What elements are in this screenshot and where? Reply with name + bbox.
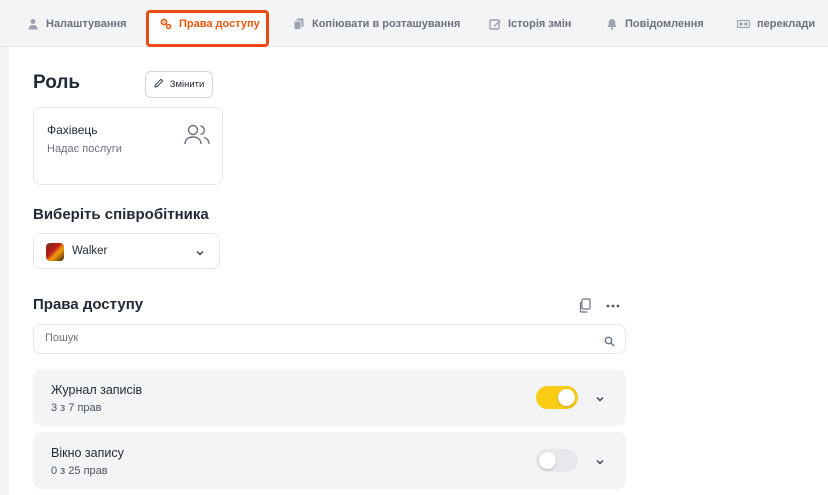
- tab-copy-to-location[interactable]: Копіювати в розташування: [293, 0, 460, 47]
- employee-select[interactable]: Walker: [33, 233, 220, 269]
- copy-icon: [293, 18, 305, 30]
- tab-label: Налаштування: [46, 17, 127, 30]
- permission-row[interactable]: Вікно запису 0 з 25 прав: [33, 432, 626, 489]
- chevron-down-icon[interactable]: [594, 455, 606, 473]
- tab-label: переклади: [757, 17, 816, 30]
- tab-label: Історія змін: [508, 17, 572, 30]
- chevron-down-icon[interactable]: [594, 392, 606, 410]
- users-icon: [184, 124, 210, 151]
- more-options-icon[interactable]: [605, 299, 621, 317]
- permission-count: 3 з 7 прав: [51, 402, 102, 414]
- permission-count: 0 з 25 прав: [51, 465, 108, 477]
- edit-role-button[interactable]: Змінити: [145, 71, 213, 98]
- role-name: Фахівець: [47, 123, 98, 137]
- tab-label: Права доступу: [179, 17, 260, 30]
- tab-label: Копіювати в розташування: [312, 17, 461, 30]
- search-box: [33, 324, 626, 354]
- tab-change-history[interactable]: Історія змін: [489, 0, 571, 47]
- pencil-icon: [154, 78, 164, 91]
- permission-row[interactable]: Журнал записів 3 з 7 прав: [33, 369, 626, 426]
- tab-translations[interactable]: переклади: [737, 0, 815, 47]
- copy-icon[interactable]: [578, 298, 592, 318]
- permission-toggle[interactable]: [536, 449, 578, 472]
- edit-icon: [489, 18, 501, 30]
- edit-role-label: Змінити: [169, 79, 205, 90]
- tab-notifications[interactable]: Повідомлення: [606, 0, 704, 47]
- access-rights-heading: Права доступу: [33, 296, 144, 313]
- translate-icon: [737, 18, 750, 30]
- chevron-down-icon: [194, 246, 206, 264]
- toggle-knob: [539, 452, 556, 469]
- search-icon[interactable]: [604, 334, 615, 352]
- search-input[interactable]: [45, 332, 585, 344]
- role-card[interactable]: Фахівець Надає послуги: [33, 107, 223, 185]
- tab-settings[interactable]: Налаштування: [27, 0, 127, 47]
- tab-label: Повідомлення: [625, 17, 704, 30]
- toggle-knob: [558, 389, 575, 406]
- tab-bar: Налаштування Права доступу Копіювати в р…: [0, 0, 828, 47]
- user-icon: [27, 18, 39, 30]
- bell-icon: [606, 18, 618, 30]
- gears-icon: [160, 18, 172, 30]
- tab-access-rights[interactable]: Права доступу: [160, 0, 260, 47]
- permission-title: Журнал записів: [51, 383, 143, 397]
- role-heading: Роль: [33, 72, 81, 93]
- permission-toggle[interactable]: [536, 386, 578, 409]
- employee-selected-value: Walker: [72, 245, 108, 257]
- avatar: [46, 243, 64, 261]
- employee-heading: Виберіть співробітника: [33, 206, 209, 223]
- role-description: Надає послуги: [47, 143, 122, 155]
- permission-title: Вікно запису: [51, 446, 124, 460]
